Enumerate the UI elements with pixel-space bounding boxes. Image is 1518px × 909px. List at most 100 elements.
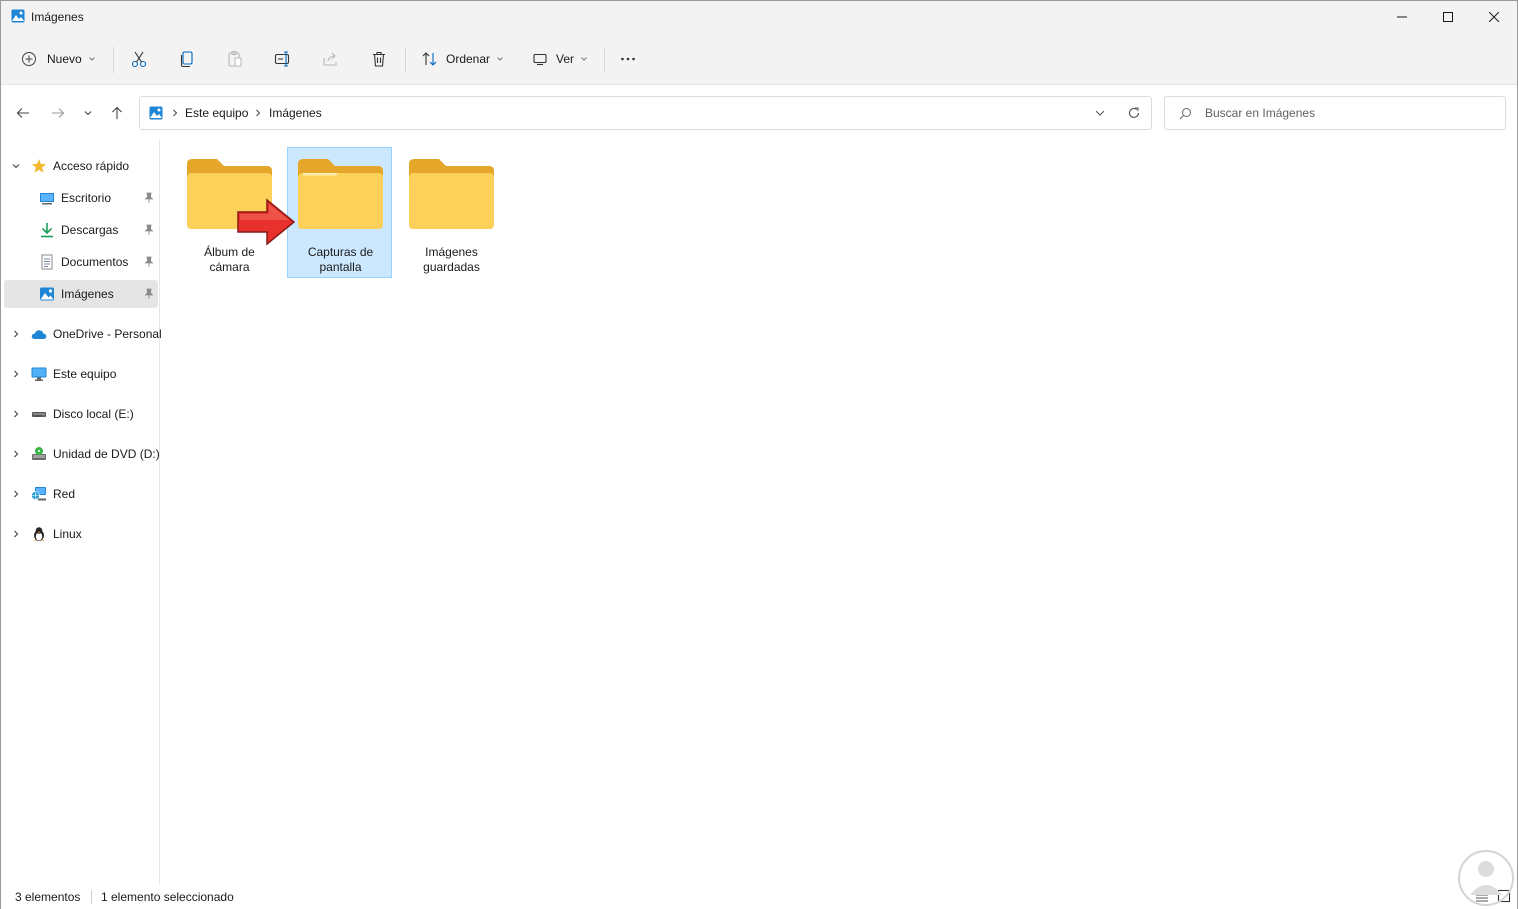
window-title: Imágenes: [31, 10, 84, 24]
arrow-left-icon: [16, 108, 29, 118]
sidebar-item-escritorio[interactable]: Escritorio: [4, 184, 158, 212]
paste-button[interactable]: [226, 45, 244, 73]
sidebar-item-red[interactable]: Red: [4, 480, 158, 508]
sidebar-item-label: Escritorio: [61, 191, 112, 205]
new-label: Nuevo: [47, 52, 82, 66]
folder-capturas-de-pantalla[interactable]: Capturas de pantalla: [287, 147, 392, 278]
chevron-down-icon: [84, 111, 92, 116]
sidebar-item-documentos[interactable]: Documentos: [4, 248, 158, 276]
view-icon: [533, 53, 547, 66]
selection-count: 1 elemento seleccionado: [101, 890, 234, 904]
desktop-icon: [40, 193, 54, 205]
arrow-right-icon: [52, 108, 65, 118]
minimize-button[interactable]: [1379, 1, 1425, 33]
command-bar: Nuevo Ordenar Ver: [1, 33, 1517, 85]
rename-button[interactable]: [274, 45, 292, 73]
sidebar-item-label: Linux: [53, 527, 82, 541]
search-icon: [1179, 108, 1191, 120]
breadcrumb-imagenes[interactable]: Imágenes: [269, 106, 322, 120]
breadcrumb-este-equipo[interactable]: Este equipo: [185, 106, 248, 120]
toolbar-divider: [604, 47, 605, 73]
delete-icon: [373, 51, 385, 67]
chevron-right-icon: [14, 530, 19, 538]
chevron-down-icon: [581, 57, 587, 61]
sidebar-item-este-equipo[interactable]: Este equipo: [4, 360, 158, 388]
sidebar-item-linux[interactable]: Linux: [4, 520, 158, 548]
more-icon: [621, 57, 635, 61]
computer-icon: [31, 367, 47, 381]
chevron-right-icon: [256, 109, 261, 117]
chevron-right-icon: [14, 490, 19, 498]
sort-button[interactable]: Ordenar: [421, 45, 504, 73]
download-icon: [41, 223, 53, 238]
sidebar-item-label: Imágenes: [61, 287, 114, 301]
navigation-pane: Acceso rápido Escritorio Descargas Docum…: [1, 140, 162, 884]
file-explorer-window: Imágenes Nuevo Ordenar Ver Este equipo I…: [0, 0, 1518, 909]
add-icon: [22, 52, 36, 66]
sidebar-item-disco-local[interactable]: Disco local (E:): [4, 400, 158, 428]
more-button[interactable]: [619, 45, 637, 73]
rename-icon: [274, 51, 290, 67]
new-button[interactable]: Nuevo: [21, 45, 96, 73]
pictures-icon: [149, 106, 163, 120]
address-bar[interactable]: Este equipo Imágenes: [139, 96, 1152, 130]
linux-icon: [33, 527, 45, 541]
forward-button[interactable]: [49, 104, 67, 122]
back-button[interactable]: [14, 104, 32, 122]
recent-locations-button[interactable]: [79, 104, 97, 122]
up-button[interactable]: [108, 104, 126, 122]
network-icon: [31, 487, 46, 501]
paste-icon: [228, 51, 242, 67]
close-icon: [1489, 12, 1499, 22]
share-button[interactable]: [322, 45, 340, 73]
copy-button[interactable]: [178, 45, 196, 73]
pictures-icon: [40, 287, 54, 301]
cut-icon: [131, 51, 147, 68]
sidebar-item-label: Disco local (E:): [53, 407, 134, 421]
sort-label: Ordenar: [446, 52, 491, 66]
sidebar-item-label: Red: [53, 487, 76, 501]
chevron-right-icon: [14, 410, 19, 418]
chevron-down-icon: [12, 164, 20, 169]
search-input[interactable]: Buscar en Imágenes: [1164, 96, 1506, 130]
view-button[interactable]: Ver: [532, 45, 588, 73]
delete-button[interactable]: [370, 45, 388, 73]
title-bar: Imágenes: [1, 1, 1517, 33]
arrow-up-icon: [112, 106, 122, 119]
close-button[interactable]: [1471, 1, 1517, 33]
sidebar-item-acceso-rapido[interactable]: Acceso rápido: [4, 152, 158, 180]
refresh-icon[interactable]: [1127, 106, 1141, 120]
maximize-button[interactable]: [1425, 1, 1471, 33]
copy-icon: [180, 51, 193, 68]
folder-imagenes-guardadas[interactable]: Imágenes guardadas: [398, 147, 503, 278]
folder-label: Álbum de cámara: [204, 245, 255, 274]
sidebar-item-dvd[interactable]: Unidad de DVD (D:): [4, 440, 160, 468]
sidebar-item-label: Este equipo: [53, 367, 117, 381]
status-bar: 3 elementos 1 elemento seleccionado: [1, 884, 1517, 909]
chevron-down-icon[interactable]: [1094, 108, 1106, 118]
sort-icon: [422, 52, 437, 66]
folder-icon: [409, 159, 494, 229]
sidebar-item-imagenes[interactable]: Imágenes: [4, 280, 158, 308]
pin-icon: [144, 192, 154, 203]
dvd-icon: [32, 447, 46, 460]
toolbar-divider: [405, 47, 406, 73]
drive-icon: [32, 412, 46, 417]
folder-icon: [298, 159, 383, 229]
sidebar-item-label: Acceso rápido: [53, 159, 130, 173]
toolbar-divider: [113, 47, 114, 73]
sidebar-item-descargas[interactable]: Descargas: [4, 216, 158, 244]
watermark-logo-icon: [1458, 850, 1514, 906]
view-label: Ver: [556, 52, 575, 66]
cloud-icon: [31, 330, 47, 339]
folder-label: Imágenes guardadas: [423, 245, 480, 274]
cut-button[interactable]: [130, 45, 148, 73]
folder-label: Capturas de pantalla: [307, 245, 374, 274]
sidebar-item-label: Unidad de DVD (D:): [53, 447, 160, 461]
pin-icon: [144, 224, 154, 235]
search-placeholder: Buscar en Imágenes: [1205, 106, 1316, 120]
sidebar-item-label: OneDrive - Personal: [53, 327, 162, 341]
sidebar-item-label: Documentos: [61, 255, 129, 269]
sidebar-item-onedrive[interactable]: OneDrive - Personal: [4, 320, 162, 348]
minimize-icon: [1397, 16, 1407, 18]
